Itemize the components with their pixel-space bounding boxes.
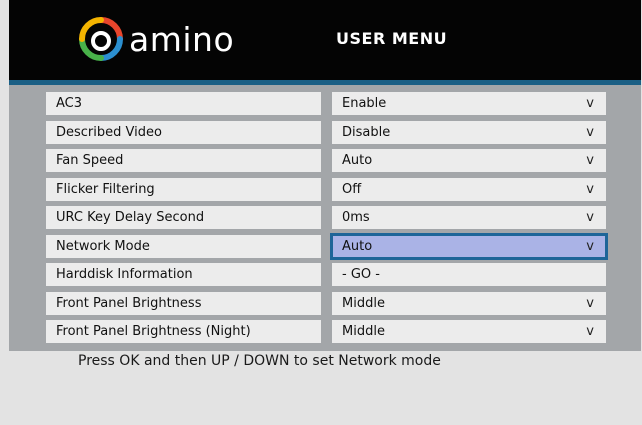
settings-row-ac3[interactable]: AC3 Enable v: [46, 92, 608, 121]
setting-value-select[interactable]: Enable v: [332, 92, 606, 115]
setting-value-select[interactable]: Off v: [332, 177, 606, 201]
setting-label: Harddisk Information: [46, 263, 321, 286]
setting-value-select[interactable]: Middle v: [332, 320, 606, 343]
setting-value: Enable: [342, 96, 387, 111]
chevron-down-icon: v: [586, 295, 594, 311]
settings-list: AC3 Enable v Described Video Disable v F…: [46, 92, 608, 349]
setting-value: Auto: [342, 238, 373, 254]
go-button-label: - GO -: [342, 267, 380, 282]
setting-value: Middle: [342, 295, 385, 311]
left-margin: [0, 0, 9, 425]
setting-value: Disable: [342, 124, 391, 140]
chevron-down-icon: v: [586, 238, 594, 254]
help-hint-text: Press OK and then UP / DOWN to set Netwo…: [78, 353, 441, 369]
setting-value-select[interactable]: 0ms v: [332, 206, 606, 229]
chevron-down-icon: v: [586, 124, 594, 140]
settings-row-described-video[interactable]: Described Video Disable v: [46, 120, 608, 150]
logo-wordmark: amino: [129, 20, 235, 59]
settings-row-urc-key-delay[interactable]: URC Key Delay Second 0ms v: [46, 206, 608, 235]
settings-row-front-panel-brightness[interactable]: Front Panel Brightness Middle v: [46, 291, 608, 321]
setting-value: Auto: [342, 153, 373, 168]
chevron-down-icon: v: [586, 181, 594, 197]
setting-value: Off: [342, 181, 362, 197]
setting-value: Middle: [342, 324, 385, 339]
setting-value-select[interactable]: Middle v: [332, 291, 606, 315]
setting-label: AC3: [46, 92, 321, 115]
page-title: USER MENU: [336, 29, 448, 48]
go-button[interactable]: - GO -: [332, 263, 606, 286]
settings-row-flicker-filtering[interactable]: Flicker Filtering Off v: [46, 177, 608, 207]
setting-label: Fan Speed: [46, 149, 321, 172]
setting-value-select[interactable]: Disable v: [332, 120, 606, 144]
setting-label: Described Video: [46, 120, 321, 144]
chevron-down-icon: v: [586, 210, 594, 225]
setting-value: 0ms: [342, 210, 370, 225]
chevron-down-icon: v: [586, 324, 594, 339]
amino-logo: amino: [79, 15, 259, 65]
chevron-down-icon: v: [586, 96, 594, 111]
setting-label: Flicker Filtering: [46, 177, 321, 201]
setting-label: URC Key Delay Second: [46, 206, 321, 229]
settings-row-front-panel-brightness-night[interactable]: Front Panel Brightness (Night) Middle v: [46, 320, 608, 349]
amino-swirl-icon: [79, 17, 123, 61]
settings-row-fan-speed[interactable]: Fan Speed Auto v: [46, 149, 608, 178]
setting-label: Front Panel Brightness: [46, 291, 321, 315]
setting-value-select-focused[interactable]: Auto v: [330, 232, 608, 260]
settings-row-network-mode[interactable]: Network Mode Auto v: [46, 232, 608, 264]
setting-label: Network Mode: [46, 234, 321, 258]
settings-row-harddisk-information[interactable]: Harddisk Information - GO -: [46, 263, 608, 292]
chevron-down-icon: v: [586, 153, 594, 168]
setting-value-select[interactable]: Auto v: [332, 149, 606, 172]
setting-label: Front Panel Brightness (Night): [46, 320, 321, 343]
